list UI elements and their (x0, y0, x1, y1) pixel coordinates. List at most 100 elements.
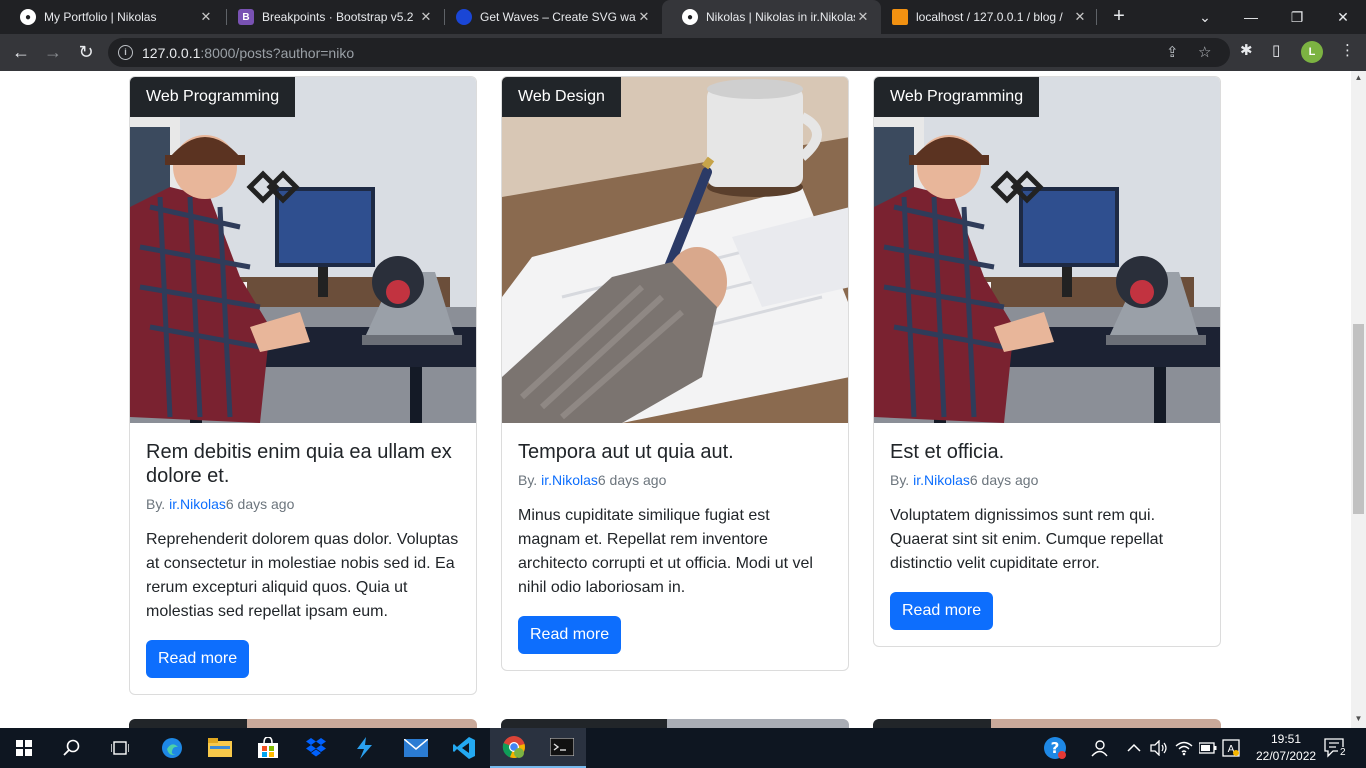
post-time: 6 days ago (597, 472, 667, 488)
vscode-icon[interactable] (440, 728, 488, 768)
writing-with-pen-image (502, 77, 848, 423)
start-windows-icon[interactable] (0, 728, 48, 768)
back-arrow-icon[interactable]: ← (9, 40, 33, 64)
new-tab-button[interactable]: + (1108, 5, 1130, 27)
tab-title: My Portfolio | Nikolas (44, 10, 157, 24)
profile-avatar[interactable]: L (1301, 41, 1323, 63)
post-card: Web Design Tempora aut ut quia aut. By. … (501, 76, 849, 671)
card-body: Tempora aut ut quia aut. By. ir.Nikolas6… (502, 423, 848, 670)
developer-at-desk-image (130, 77, 476, 423)
post-image: Web Programming (874, 77, 1220, 423)
by-label: By. (518, 472, 542, 488)
post-title: Rem debitis enim quia ea ullam ex dolore… (146, 441, 452, 487)
bookmark-star-icon[interactable]: ☆ (1198, 43, 1211, 61)
tab-title: localhost / 127.0.0.1 / blog / (916, 10, 1063, 24)
extensions-puzzle-icon[interactable]: ✱ (1240, 41, 1253, 59)
windows-taskbar: ? A 19:51 22/07/2022 2 (0, 728, 1366, 768)
scrollbar-thumb[interactable] (1353, 324, 1364, 514)
site-info-icon[interactable]: i (118, 45, 133, 60)
help-icon[interactable]: ? (1043, 728, 1067, 768)
minimize-button[interactable]: — (1228, 0, 1274, 34)
browser-toolbar: ← → ↻ i 127.0.0.1:8000/posts?author=niko… (0, 34, 1366, 71)
post-title: Est et officia. (890, 441, 1005, 463)
close-window-button[interactable]: ✕ (1320, 0, 1366, 34)
system-clock[interactable]: 19:51 22/07/2022 (1256, 731, 1316, 765)
author-link[interactable]: ir.Nikolas (913, 472, 970, 488)
close-icon[interactable]: ✕ (636, 9, 652, 25)
read-more-button[interactable]: Read more (890, 592, 994, 630)
svg-text:?: ? (1051, 739, 1060, 757)
read-more-button[interactable]: Read more (146, 640, 250, 678)
post-meta: By. ir.Nikolas6 days ago (518, 472, 832, 488)
terminal-icon[interactable] (538, 728, 586, 768)
category-badge[interactable]: Web Design (502, 77, 621, 117)
author-link[interactable]: ir.Nikolas (169, 496, 226, 512)
url-path: :8000/posts?author=niko (200, 45, 355, 61)
close-icon[interactable]: ✕ (1072, 9, 1088, 25)
post-excerpt: Voluptatem dignissimos sunt rem qui. Qua… (890, 507, 1164, 572)
close-icon[interactable]: ✕ (418, 9, 434, 25)
post-image: Web Programming (130, 77, 476, 423)
share-icon[interactable]: ⇪ (1166, 43, 1179, 61)
tab-title: Get Waves – Create SVG waves (480, 10, 636, 24)
tab-divider (1096, 9, 1097, 25)
notification-center-icon[interactable]: 2 (1324, 728, 1348, 768)
battery-icon[interactable] (1199, 728, 1217, 768)
developer-at-desk-image (874, 77, 1220, 423)
post-image: Web Design (502, 77, 848, 423)
tab-search-chevron-icon[interactable]: ⌄ (1182, 0, 1228, 34)
scroll-up-arrow-icon[interactable]: ▲ (1351, 73, 1366, 82)
notification-count: 2 (1338, 747, 1348, 758)
read-more-button[interactable]: Read more (518, 616, 622, 654)
reload-icon[interactable]: ↻ (74, 40, 98, 64)
author-link[interactable]: ir.Nikolas (541, 472, 598, 488)
language-icon[interactable]: A (1222, 728, 1240, 768)
search-icon[interactable] (48, 728, 96, 768)
volume-icon[interactable] (1150, 728, 1168, 768)
globe-icon: ● (20, 9, 36, 25)
url-host: 127.0.0.1 (142, 45, 201, 61)
post-title: Tempora aut ut quia aut. (518, 441, 734, 463)
post-time: 6 days ago (225, 496, 295, 512)
close-icon[interactable]: ✕ (855, 9, 871, 25)
tab-bootstrap-breakpoints[interactable]: B Breakpoints · Bootstrap v5.2 ✕ (218, 0, 444, 34)
tab-phpmyadmin[interactable]: localhost / 127.0.0.1 / blog / ✕ (872, 0, 1098, 34)
maximize-button[interactable]: ❐ (1274, 0, 1320, 34)
file-explorer-icon[interactable] (196, 728, 244, 768)
power-automate-icon[interactable] (340, 728, 388, 768)
category-badge[interactable]: Web Programming (130, 77, 296, 117)
forward-arrow-icon[interactable]: → (41, 40, 65, 64)
category-badge[interactable]: Web Programming (874, 77, 1040, 117)
tab-my-portfolio[interactable]: ● My Portfolio | Nikolas ✕ (0, 0, 224, 34)
globe-icon: ● (682, 9, 698, 25)
chrome-icon[interactable] (490, 728, 538, 768)
show-hidden-icons-chevron-up-icon[interactable] (1127, 728, 1141, 768)
people-icon[interactable] (1090, 728, 1108, 768)
dropbox-icon[interactable] (292, 728, 340, 768)
side-panel-icon[interactable]: ▯ (1272, 41, 1280, 59)
post-excerpt: Reprehenderit dolorem quas dolor. Volupt… (146, 531, 459, 620)
mail-icon[interactable] (392, 728, 440, 768)
post-card: Web Programming Rem debitis enim quia ea… (129, 76, 477, 695)
tab-title: Breakpoints · Bootstrap v5.2 (262, 10, 414, 24)
by-label: By. (890, 472, 914, 488)
post-card-peek (501, 719, 849, 728)
post-card-peek (129, 719, 477, 728)
address-bar[interactable]: i 127.0.0.1:8000/posts?author=niko ⇪ ☆ (108, 38, 1230, 67)
scroll-down-arrow-icon[interactable]: ▼ (1351, 714, 1366, 723)
browser-tab-strip: ● My Portfolio | Nikolas ✕ B Breakpoints… (0, 0, 1366, 34)
card-body: Est et officia. By. ir.Nikolas6 days ago… (874, 423, 1220, 646)
tab-get-waves[interactable]: Get Waves – Create SVG waves ✕ (436, 0, 662, 34)
more-menu-icon[interactable]: ⋮ (1340, 41, 1355, 59)
wifi-icon[interactable] (1175, 728, 1193, 768)
page-scrollbar[interactable]: ▲ ▼ (1351, 71, 1366, 728)
post-meta: By. ir.Nikolas6 days ago (146, 496, 460, 512)
microsoft-store-icon[interactable] (244, 728, 292, 768)
task-view-icon[interactable] (96, 728, 144, 768)
tab-nikolas-active[interactable]: ● Nikolas | Nikolas in ir.Nikolas ✕ (662, 0, 881, 34)
edge-browser-icon[interactable] (148, 728, 196, 768)
close-icon[interactable]: ✕ (198, 9, 214, 25)
post-card: Web Programming Est et officia. By. ir.N… (873, 76, 1221, 647)
bootstrap-icon: B (238, 9, 254, 25)
url-text[interactable]: 127.0.0.1:8000/posts?author=niko (142, 45, 354, 61)
